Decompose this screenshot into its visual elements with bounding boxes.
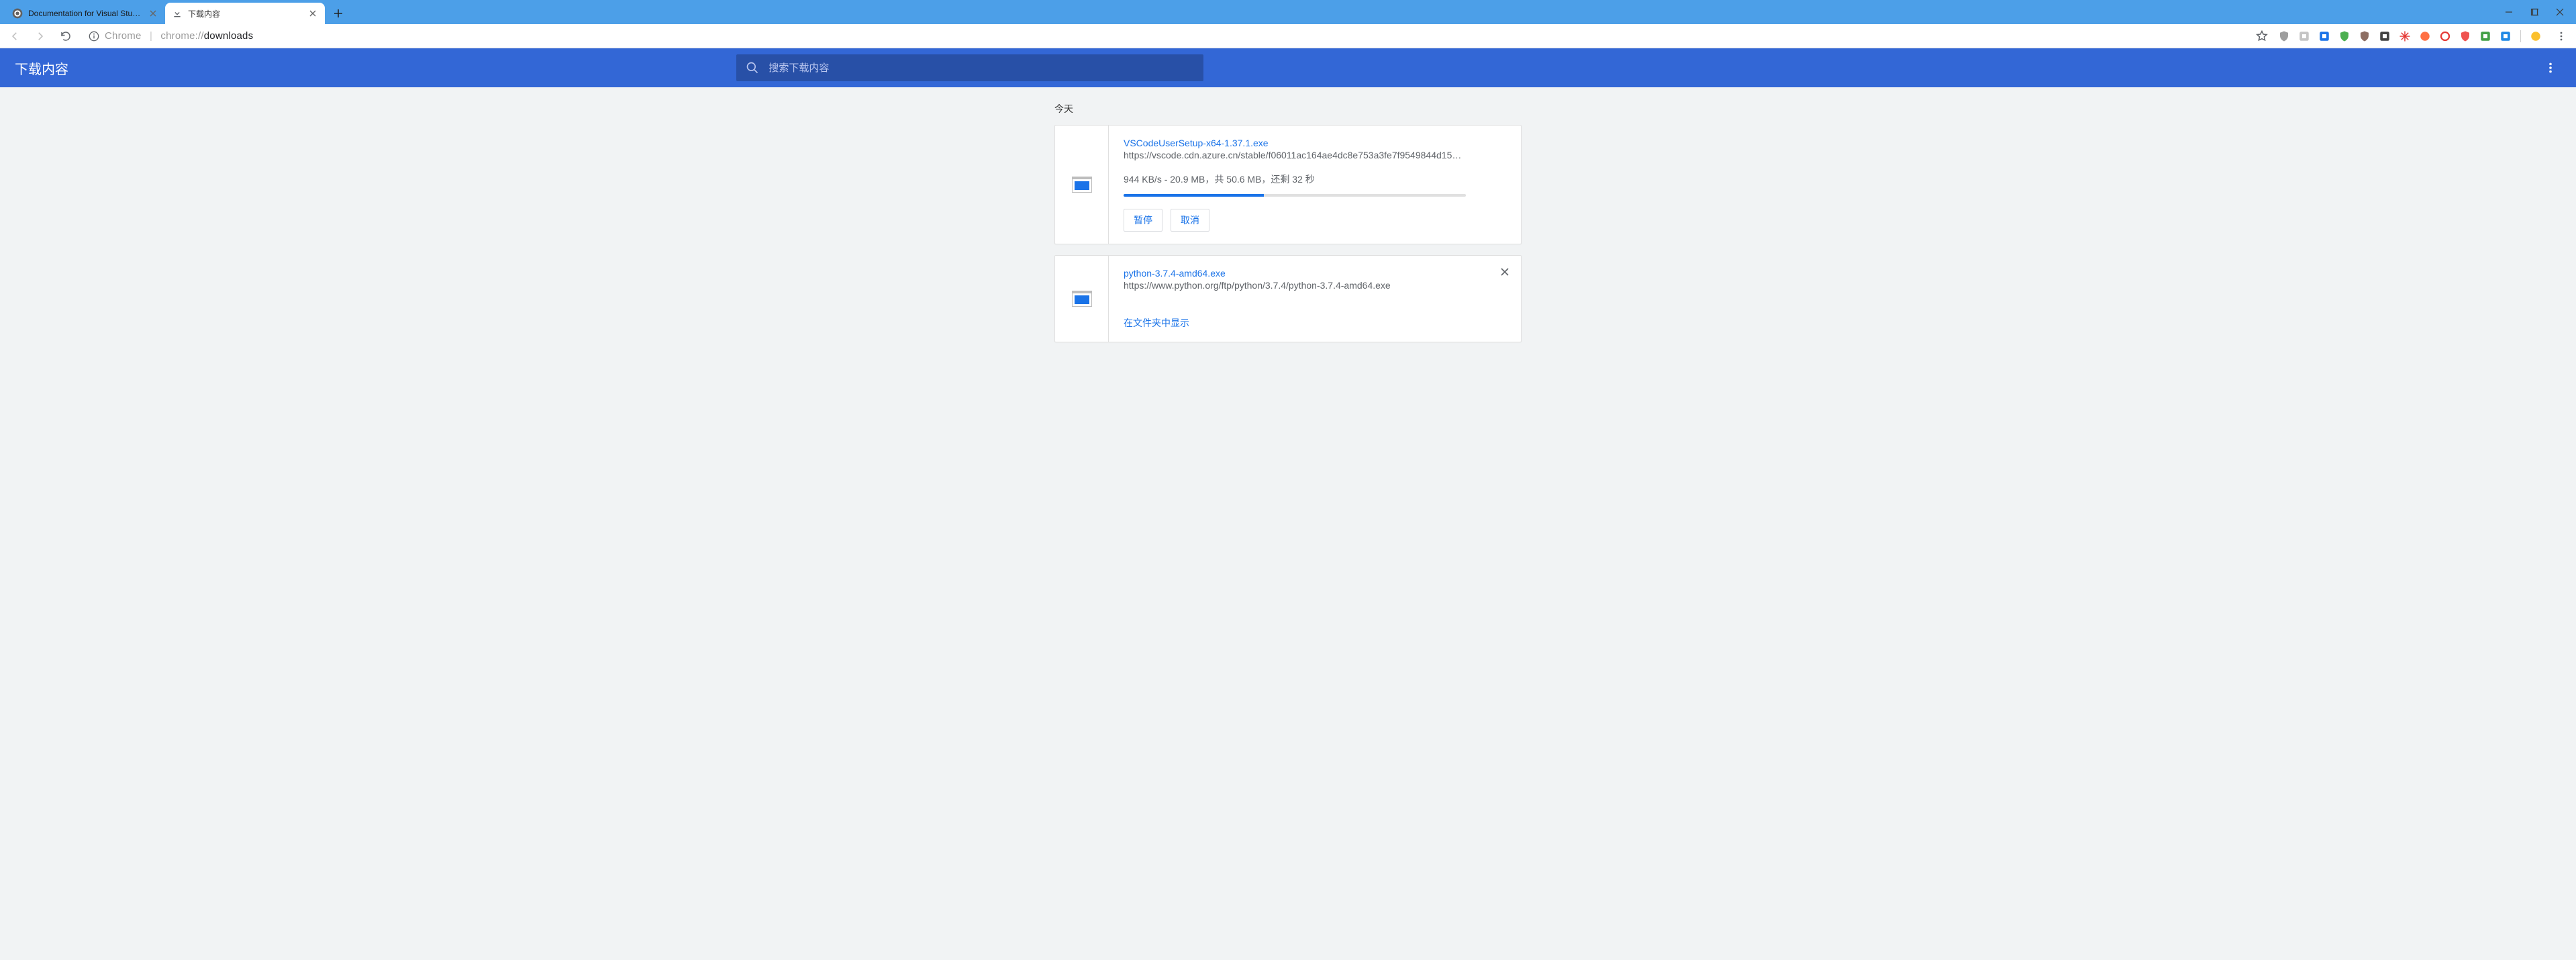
download-cancel-button[interactable]: 取消 xyxy=(1171,209,1209,232)
smiley-icon[interactable] xyxy=(2529,30,2542,43)
address-scheme: Chrome xyxy=(105,30,142,42)
browser-tab-strip: Documentation for Visual Studio Code 下载内… xyxy=(0,0,2576,24)
site-info-icon[interactable] xyxy=(89,31,99,42)
nav-reload-button[interactable] xyxy=(56,27,75,46)
download-url: https://www.python.org/ftp/python/3.7.4/… xyxy=(1124,280,1466,291)
address-text: Chrome | chrome://downloads xyxy=(105,30,253,42)
orange-circle-icon[interactable] xyxy=(2418,30,2432,43)
download-progress xyxy=(1124,194,1466,197)
browser-tab-active[interactable]: 下载内容 xyxy=(165,3,325,24)
elephant-icon[interactable] xyxy=(2479,30,2492,43)
exe-file-icon xyxy=(1072,177,1092,193)
tab-close-icon[interactable] xyxy=(148,8,158,19)
shield-gray-icon[interactable] xyxy=(2277,30,2291,43)
extensions-strip xyxy=(2277,30,2545,43)
downloads-search[interactable] xyxy=(736,54,1203,81)
tab-title: Documentation for Visual Studio Code xyxy=(28,9,142,18)
downloads-search-input[interactable] xyxy=(769,62,1194,74)
download-card: VSCodeUserSetup-x64-1.37.1.exe https://vs… xyxy=(1054,125,1522,244)
bookmark-star-icon[interactable] xyxy=(2253,28,2271,45)
tab-title: 下载内容 xyxy=(188,8,302,19)
download-status: 944 KB/s - 20.9 MB，共 50.6 MB，还剩 32 秒 xyxy=(1124,173,1509,186)
downloads-section-label: 今天 xyxy=(1054,102,1522,115)
window-close-icon[interactable] xyxy=(2555,7,2565,17)
tab-favicon-globe-icon xyxy=(12,8,23,19)
address-url-prefix: chrome:// xyxy=(160,30,203,42)
window-maximize-icon[interactable] xyxy=(2529,7,2540,17)
download-url: https://vscode.cdn.azure.cn/stable/f0601… xyxy=(1124,150,1466,160)
address-url-path: downloads xyxy=(204,30,254,42)
download-show-in-folder[interactable]: 在文件夹中显示 xyxy=(1124,318,1189,328)
tab-close-icon[interactable] xyxy=(307,8,318,19)
downloads-header: 下载内容 xyxy=(0,48,2576,87)
nav-forward-button[interactable] xyxy=(31,27,50,46)
tab-favicon-download-icon xyxy=(172,8,183,19)
browser-toolbar: Chrome | chrome://downloads xyxy=(0,24,2576,48)
download-file-name[interactable]: python-3.7.4-amd64.exe xyxy=(1124,268,1226,279)
downloads-title: 下载内容 xyxy=(15,58,68,78)
window-minimize-icon[interactable] xyxy=(2504,7,2514,17)
download-icon xyxy=(1055,126,1109,244)
shield-green-icon[interactable] xyxy=(2338,30,2351,43)
translate-icon[interactable] xyxy=(2318,30,2331,43)
dark-square-icon[interactable] xyxy=(2378,30,2391,43)
blue-square-icon[interactable] xyxy=(2499,30,2512,43)
address-bar[interactable]: Chrome | chrome://downloads xyxy=(82,27,2246,46)
browser-menu-button[interactable] xyxy=(2552,27,2571,46)
nav-back-button[interactable] xyxy=(5,27,24,46)
download-remove-button[interactable] xyxy=(1498,265,1512,279)
window-controls xyxy=(2493,0,2576,24)
exe-file-icon xyxy=(1072,291,1092,307)
extensions-divider xyxy=(2520,30,2521,42)
downloads-body: 今天 VSCodeUserSetup-x64-1.37.1.exe https:/… xyxy=(0,87,2576,960)
browser-tab-inactive[interactable]: Documentation for Visual Studio Code xyxy=(5,3,165,24)
download-file-name[interactable]: VSCodeUserSetup-x64-1.37.1.exe xyxy=(1124,138,1269,148)
downloads-more-button[interactable] xyxy=(2540,57,2561,79)
shield-brown-icon[interactable] xyxy=(2358,30,2371,43)
download-pause-button[interactable]: 暂停 xyxy=(1124,209,1162,232)
red-o-icon[interactable] xyxy=(2438,30,2452,43)
red-shield-icon[interactable] xyxy=(2459,30,2472,43)
snowflake-icon[interactable] xyxy=(2398,30,2412,43)
download-icon xyxy=(1055,256,1109,342)
download-card: python-3.7.4-amd64.exehttps://www.python… xyxy=(1054,255,1522,342)
pin-gray-icon[interactable] xyxy=(2297,30,2311,43)
new-tab-button[interactable] xyxy=(329,4,348,23)
search-icon xyxy=(746,61,759,75)
